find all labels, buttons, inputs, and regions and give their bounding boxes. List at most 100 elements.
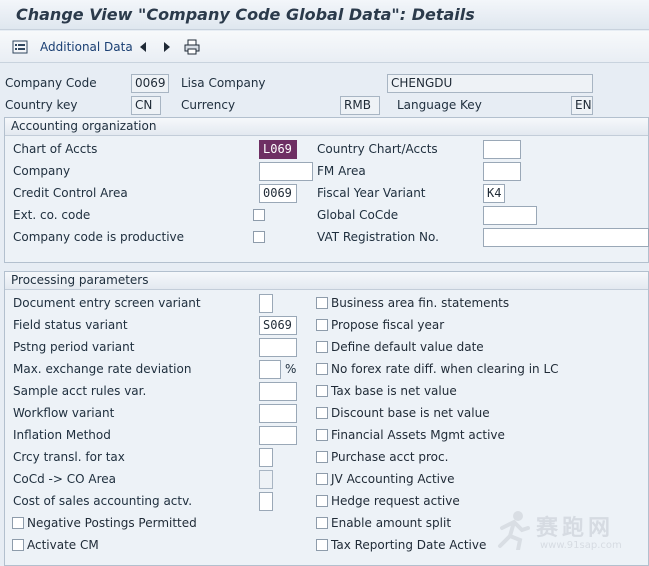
country-key-field[interactable]: CN <box>131 96 161 115</box>
purchase-acct-checkbox-row[interactable]: Purchase acct proc. <box>316 450 448 464</box>
company-name-text: Lisa Company <box>181 76 266 90</box>
pstng-period-variant-input[interactable] <box>259 338 297 357</box>
tax-base-net-label: Tax base is net value <box>331 384 457 398</box>
activate-cm-checkbox[interactable] <box>12 539 24 551</box>
negative-postings-checkbox[interactable] <box>12 517 24 529</box>
tax-base-net-checkbox[interactable] <box>316 385 328 397</box>
amount-split-checkbox-row[interactable]: Enable amount split <box>316 516 451 530</box>
ext-co-code-checkbox[interactable] <box>253 209 265 221</box>
activate-cm-label: Activate CM <box>27 538 99 552</box>
propose-fiscal-year-checkbox-row[interactable]: Propose fiscal year <box>316 318 444 332</box>
fm-area-label: FM Area <box>317 164 366 178</box>
accounting-organization-header: Accounting organization <box>5 118 648 136</box>
doc-entry-variant-input[interactable] <box>259 294 273 313</box>
cost-of-sales-input[interactable] <box>259 492 273 511</box>
fiscal-year-variant-label: Fiscal Year Variant <box>317 186 426 200</box>
additional-data-button[interactable]: Additional Data <box>12 37 133 57</box>
next-entry-button[interactable] <box>162 37 172 57</box>
propose-fiscal-year-checkbox[interactable] <box>316 319 328 331</box>
detail-list-icon <box>12 40 28 54</box>
jv-accounting-label: JV Accounting Active <box>331 472 455 486</box>
financial-assets-checkbox[interactable] <box>316 429 328 441</box>
default-value-date-label: Define default value date <box>331 340 484 354</box>
no-forex-diff-checkbox-row[interactable]: No forex rate diff. when clearing in LC <box>316 362 559 376</box>
currency-label: Currency <box>181 98 236 112</box>
sample-acct-rules-input[interactable] <box>259 382 297 401</box>
financial-assets-label: Financial Assets Mgmt active <box>331 428 505 442</box>
percent-sign: % <box>285 362 297 376</box>
company-input[interactable] <box>259 162 313 181</box>
tax-reporting-date-checkbox[interactable] <box>316 539 328 551</box>
hedge-request-label: Hedge request active <box>331 494 460 508</box>
default-value-date-checkbox[interactable] <box>316 341 328 353</box>
credit-control-area-input[interactable]: 0069 <box>259 184 297 203</box>
fiscal-year-variant-input[interactable]: K4 <box>483 184 505 203</box>
business-area-checkbox-row[interactable]: Business area fin. statements <box>316 296 509 310</box>
max-exchange-rate-input[interactable] <box>259 360 281 379</box>
propose-fiscal-year-label: Propose fiscal year <box>331 318 445 332</box>
discount-base-net-label: Discount base is net value <box>331 406 490 420</box>
hedge-request-checkbox-row[interactable]: Hedge request active <box>316 494 460 508</box>
discount-base-net-checkbox-row[interactable]: Discount base is net value <box>316 406 490 420</box>
cost-of-sales-label: Cost of sales accounting actv. <box>13 494 193 508</box>
cocd-co-area-field <box>259 470 273 489</box>
jv-accounting-checkbox-row[interactable]: JV Accounting Active <box>316 472 455 486</box>
amount-split-label: Enable amount split <box>331 516 452 530</box>
language-key-label: Language Key <box>397 98 482 112</box>
chart-of-accts-input[interactable]: L069 <box>259 140 297 159</box>
financial-assets-checkbox-row[interactable]: Financial Assets Mgmt active <box>316 428 505 442</box>
previous-entry-button[interactable] <box>138 37 148 57</box>
workflow-variant-input[interactable] <box>259 404 297 423</box>
inflation-method-input[interactable] <box>259 426 297 445</box>
tax-base-net-checkbox-row[interactable]: Tax base is net value <box>316 384 457 398</box>
ext-co-code-label: Ext. co. code <box>13 208 91 222</box>
global-cocde-label: Global CoCde <box>317 208 399 222</box>
country-key-label: Country key <box>5 98 78 112</box>
jv-accounting-checkbox[interactable] <box>316 473 328 485</box>
productive-label: Company code is productive <box>13 230 185 244</box>
application-toolbar: Additional Data <box>0 31 649 63</box>
productive-checkbox[interactable] <box>253 231 265 243</box>
tax-reporting-date-label: Tax Reporting Date Active <box>331 538 487 552</box>
page-title: Change View "Company Code Global Data": … <box>16 5 475 24</box>
discount-base-net-checkbox[interactable] <box>316 407 328 419</box>
negative-postings-checkbox-row[interactable]: Negative Postings Permitted <box>12 516 197 530</box>
pstng-period-variant-label: Pstng period variant <box>13 340 135 354</box>
print-button[interactable] <box>184 37 200 57</box>
triangle-left-icon <box>140 42 146 52</box>
language-key-field[interactable]: EN <box>571 96 593 115</box>
title-bar: Change View "Company Code Global Data": … <box>0 0 649 30</box>
vat-registration-label: VAT Registration No. <box>317 230 439 244</box>
vat-registration-input[interactable] <box>483 228 649 247</box>
field-status-variant-input[interactable]: S069 <box>259 316 297 335</box>
doc-entry-variant-label: Document entry screen variant <box>13 296 201 310</box>
no-forex-diff-checkbox[interactable] <box>316 363 328 375</box>
sample-acct-rules-label: Sample acct rules var. <box>13 384 147 398</box>
inflation-method-label: Inflation Method <box>13 428 111 442</box>
runner-logo-icon <box>498 511 530 550</box>
purchase-acct-label: Purchase acct proc. <box>331 450 449 464</box>
city-field[interactable]: CHENGDU <box>387 74 593 93</box>
accounting-organization-title: Accounting organization <box>11 119 157 133</box>
amount-split-checkbox[interactable] <box>316 517 328 529</box>
country-chart-input[interactable] <box>483 140 521 159</box>
fm-area-input[interactable] <box>483 162 521 181</box>
default-value-date-checkbox-row[interactable]: Define default value date <box>316 340 484 354</box>
company-code-label: Company Code <box>5 76 97 90</box>
hedge-request-checkbox[interactable] <box>316 495 328 507</box>
processing-parameters-header: Processing parameters <box>5 272 648 290</box>
purchase-acct-checkbox[interactable] <box>316 451 328 463</box>
negative-postings-label: Negative Postings Permitted <box>27 516 197 530</box>
currency-field[interactable]: RMB <box>340 96 380 115</box>
country-chart-label: Country Chart/Accts <box>317 142 438 156</box>
company-label: Company <box>13 164 71 178</box>
company-code-field[interactable]: 0069 <box>131 74 169 93</box>
global-cocde-input[interactable] <box>483 206 537 225</box>
tax-reporting-date-checkbox-row[interactable]: Tax Reporting Date Active <box>316 538 486 552</box>
business-area-checkbox[interactable] <box>316 297 328 309</box>
crcy-transl-input[interactable] <box>259 448 273 467</box>
activate-cm-checkbox-row[interactable]: Activate CM <box>12 538 99 552</box>
no-forex-diff-label: No forex rate diff. when clearing in LC <box>331 362 559 376</box>
watermark-text: 赛跑网 <box>536 516 615 541</box>
workflow-variant-label: Workflow variant <box>13 406 115 420</box>
